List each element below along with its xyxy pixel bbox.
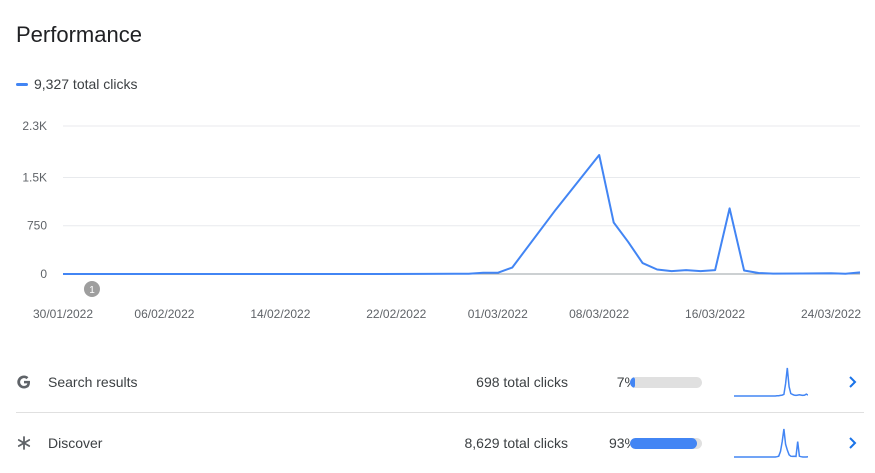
legend-swatch <box>16 82 28 86</box>
chevron-right-icon[interactable] <box>844 374 860 390</box>
x-tick-label: 30/01/2022 <box>33 307 93 321</box>
y-tick-label: 750 <box>27 219 47 233</box>
google-g-icon <box>16 374 32 390</box>
row-name: Search results <box>48 374 138 390</box>
clicks-line-chart: 2.3K 1.5K 750 0 30/01/2022 06/02/2022 14/02/20… <box>22 119 861 321</box>
y-tick-label: 0 <box>40 267 47 281</box>
x-tick-label: 14/02/2022 <box>250 307 310 321</box>
sparkline <box>734 428 808 458</box>
row-total-clicks: 698 total clicks <box>476 374 568 390</box>
row-total-clicks: 8,629 total clicks <box>464 435 569 451</box>
chevron-right-icon[interactable] <box>844 435 860 451</box>
x-tick-label: 22/02/2022 <box>366 307 426 321</box>
share-bar-fill <box>630 376 636 388</box>
x-tick-label: 16/03/2022 <box>685 307 745 321</box>
sparkline-path <box>734 428 808 458</box>
row-discover[interactable]: Discover 8,629 total clicks 93% <box>16 412 864 473</box>
sparkline <box>734 367 808 397</box>
series-line <box>63 154 861 275</box>
chart-legend: 9,327 total clicks <box>16 76 138 92</box>
legend-label: 9,327 total clicks <box>34 76 138 92</box>
annotation-label: 1 <box>89 285 95 296</box>
x-tick-label: 06/02/2022 <box>134 307 194 321</box>
page-title: Performance <box>16 22 142 47</box>
discover-asterisk-icon <box>16 435 32 451</box>
row-name: Discover <box>48 435 103 451</box>
y-tick-label: 1.5K <box>22 170 47 184</box>
share-bar <box>630 437 702 449</box>
share-bar-fill <box>630 437 697 449</box>
sparkline-path <box>734 367 808 397</box>
x-tick-label: 24/03/2022 <box>801 307 861 321</box>
source-breakdown-list: Search results 698 total clicks 7% Disco… <box>16 352 864 473</box>
x-tick-label: 08/03/2022 <box>569 307 629 321</box>
row-search-results[interactable]: Search results 698 total clicks 7% <box>16 352 864 412</box>
x-tick-label: 01/03/2022 <box>468 307 528 321</box>
share-bar <box>630 376 702 388</box>
y-tick-label: 2.3K <box>22 119 47 133</box>
